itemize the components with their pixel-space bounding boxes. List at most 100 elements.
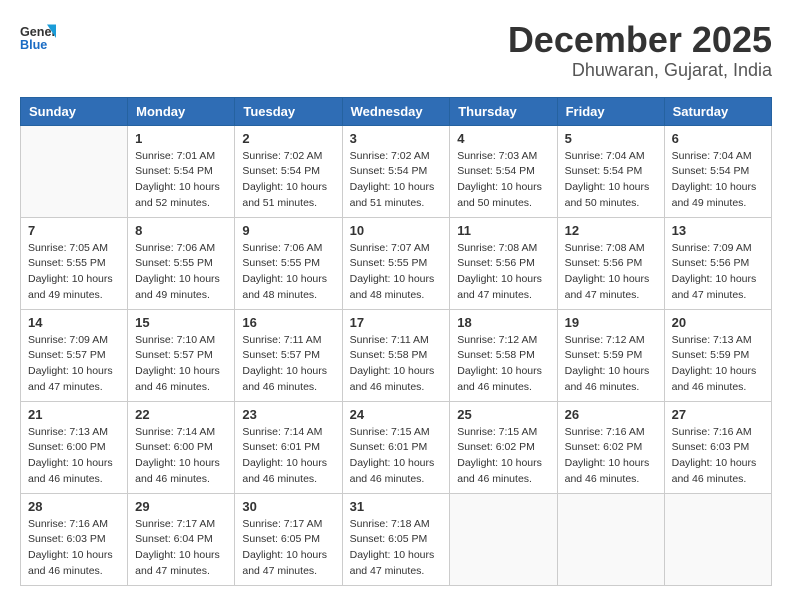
day-info: Sunrise: 7:17 AMSunset: 6:05 PMDaylight:… [242,517,334,580]
table-cell: 5Sunrise: 7:04 AMSunset: 5:54 PMDaylight… [557,125,664,217]
month-title: December 2025 [508,20,772,60]
table-cell: 7 Sunrise: 7:05 AMSunset: 5:55 PMDaylight… [21,217,128,309]
day-number: 25 [457,407,549,422]
table-cell: 31 Sunrise: 7:18 AMSunset: 6:05 PMDayligh… [342,493,450,585]
day-number: 12 [565,223,657,238]
table-cell: 17Sunrise: 7:11 AMSunset: 5:58 PMDayligh… [342,309,450,401]
day-info: Sunrise: 7:16 AMSunset: 6:03 PMDaylight:… [672,425,764,488]
table-cell: 27Sunrise: 7:16 AMSunset: 6:03 PMDayligh… [664,401,771,493]
table-cell: 16Sunrise: 7:11 AMSunset: 5:57 PMDayligh… [235,309,342,401]
day-info: Sunrise: 7:05 AMSunset: 5:55 PMDaylight:… [28,241,120,304]
table-cell: 19Sunrise: 7:12 AMSunset: 5:59 PMDayligh… [557,309,664,401]
day-number: 23 [242,407,334,422]
header-saturday: Saturday [664,97,771,125]
week-row: 14 Sunrise: 7:09 AMSunset: 5:57 PMDayligh… [21,309,772,401]
day-number: 1 [135,131,227,146]
header-sunday: Sunday [21,97,128,125]
day-number: 20 [672,315,764,330]
table-cell: 9Sunrise: 7:06 AMSunset: 5:55 PMDaylight… [235,217,342,309]
table-cell: 28 Sunrise: 7:16 AMSunset: 6:03 PMDayligh… [21,493,128,585]
table-cell: 25 Sunrise: 7:15 AMSunset: 6:02 PMDayligh… [450,401,557,493]
day-number: 10 [350,223,443,238]
week-row: 21Sunrise: 7:13 AMSunset: 6:00 PMDayligh… [21,401,772,493]
table-cell: 10Sunrise: 7:07 AMSunset: 5:55 PMDayligh… [342,217,450,309]
table-cell: 2 Sunrise: 7:02 AMSunset: 5:54 PMDaylight… [235,125,342,217]
table-cell: 21Sunrise: 7:13 AMSunset: 6:00 PMDayligh… [21,401,128,493]
table-cell [664,493,771,585]
day-info: Sunrise: 7:03 AMSunset: 5:54 PMDaylight:… [457,149,549,212]
table-cell: 30 Sunrise: 7:17 AMSunset: 6:05 PMDayligh… [235,493,342,585]
header: General Blue December 2025 Dhuwaran, Guj… [20,20,772,81]
table-cell: 24Sunrise: 7:15 AMSunset: 6:01 PMDayligh… [342,401,450,493]
day-info: Sunrise: 7:17 AMSunset: 6:04 PMDaylight:… [135,517,227,580]
table-cell [21,125,128,217]
day-info: Sunrise: 7:09 AMSunset: 5:57 PMDaylight:… [28,333,120,396]
day-number: 30 [242,499,334,514]
logo: General Blue [20,20,56,56]
day-info: Sunrise: 7:01 AMSunset: 5:54 PMDaylight:… [135,149,227,212]
day-info: Sunrise: 7:06 AMSunset: 5:55 PMDaylight:… [135,241,227,304]
day-number: 2 [242,131,334,146]
table-cell: 13 Sunrise: 7:09 AMSunset: 5:56 PMDayligh… [664,217,771,309]
table-cell: 23 Sunrise: 7:14 AMSunset: 6:01 PMDayligh… [235,401,342,493]
week-row: 28 Sunrise: 7:16 AMSunset: 6:03 PMDayligh… [21,493,772,585]
day-number: 7 [28,223,120,238]
day-number: 17 [350,315,443,330]
logo-icon: General Blue [20,20,56,56]
day-info: Sunrise: 7:02 AMSunset: 5:54 PMDaylight:… [242,149,334,212]
table-cell: 26Sunrise: 7:16 AMSunset: 6:02 PMDayligh… [557,401,664,493]
table-cell: 1 Sunrise: 7:01 AMSunset: 5:54 PMDaylight… [128,125,235,217]
day-number: 31 [350,499,443,514]
day-info: Sunrise: 7:11 AMSunset: 5:57 PMDaylight:… [242,333,334,396]
table-cell: 3Sunrise: 7:02 AMSunset: 5:54 PMDaylight… [342,125,450,217]
day-number: 21 [28,407,120,422]
header-monday: Monday [128,97,235,125]
header-friday: Friday [557,97,664,125]
calendar: Sunday Monday Tuesday Wednesday Thursday… [20,97,772,586]
day-info: Sunrise: 7:16 AMSunset: 6:03 PMDaylight:… [28,517,120,580]
table-cell: 22 Sunrise: 7:14 AMSunset: 6:00 PMDayligh… [128,401,235,493]
table-cell [557,493,664,585]
day-info: Sunrise: 7:10 AMSunset: 5:57 PMDaylight:… [135,333,227,396]
day-info: Sunrise: 7:14 AMSunset: 6:01 PMDaylight:… [242,425,334,488]
table-cell: 6Sunrise: 7:04 AMSunset: 5:54 PMDaylight… [664,125,771,217]
day-number: 29 [135,499,227,514]
day-info: Sunrise: 7:16 AMSunset: 6:02 PMDaylight:… [565,425,657,488]
header-tuesday: Tuesday [235,97,342,125]
day-number: 11 [457,223,549,238]
day-number: 28 [28,499,120,514]
day-info: Sunrise: 7:15 AMSunset: 6:01 PMDaylight:… [350,425,443,488]
day-info: Sunrise: 7:08 AMSunset: 5:56 PMDaylight:… [457,241,549,304]
days-header-row: Sunday Monday Tuesday Wednesday Thursday… [21,97,772,125]
day-info: Sunrise: 7:04 AMSunset: 5:54 PMDaylight:… [565,149,657,212]
day-number: 14 [28,315,120,330]
table-cell: 29 Sunrise: 7:17 AMSunset: 6:04 PMDayligh… [128,493,235,585]
day-info: Sunrise: 7:15 AMSunset: 6:02 PMDaylight:… [457,425,549,488]
day-info: Sunrise: 7:14 AMSunset: 6:00 PMDaylight:… [135,425,227,488]
week-row: 1 Sunrise: 7:01 AMSunset: 5:54 PMDaylight… [21,125,772,217]
table-cell: 11 Sunrise: 7:08 AMSunset: 5:56 PMDayligh… [450,217,557,309]
day-info: Sunrise: 7:13 AMSunset: 5:59 PMDaylight:… [672,333,764,396]
table-cell: 14 Sunrise: 7:09 AMSunset: 5:57 PMDayligh… [21,309,128,401]
table-cell: 4Sunrise: 7:03 AMSunset: 5:54 PMDaylight… [450,125,557,217]
header-wednesday: Wednesday [342,97,450,125]
table-cell: 12 Sunrise: 7:08 AMSunset: 5:56 PMDayligh… [557,217,664,309]
location-title: Dhuwaran, Gujarat, India [508,60,772,81]
day-info: Sunrise: 7:12 AMSunset: 5:59 PMDaylight:… [565,333,657,396]
day-info: Sunrise: 7:08 AMSunset: 5:56 PMDaylight:… [565,241,657,304]
day-info: Sunrise: 7:12 AMSunset: 5:58 PMDaylight:… [457,333,549,396]
table-cell [450,493,557,585]
table-cell: 20 Sunrise: 7:13 AMSunset: 5:59 PMDayligh… [664,309,771,401]
day-number: 9 [242,223,334,238]
day-info: Sunrise: 7:18 AMSunset: 6:05 PMDaylight:… [350,517,443,580]
svg-text:Blue: Blue [20,38,47,52]
day-number: 3 [350,131,443,146]
title-area: December 2025 Dhuwaran, Gujarat, India [508,20,772,81]
day-number: 8 [135,223,227,238]
header-thursday: Thursday [450,97,557,125]
day-number: 18 [457,315,549,330]
day-info: Sunrise: 7:04 AMSunset: 5:54 PMDaylight:… [672,149,764,212]
day-number: 22 [135,407,227,422]
day-info: Sunrise: 7:09 AMSunset: 5:56 PMDaylight:… [672,241,764,304]
day-number: 13 [672,223,764,238]
